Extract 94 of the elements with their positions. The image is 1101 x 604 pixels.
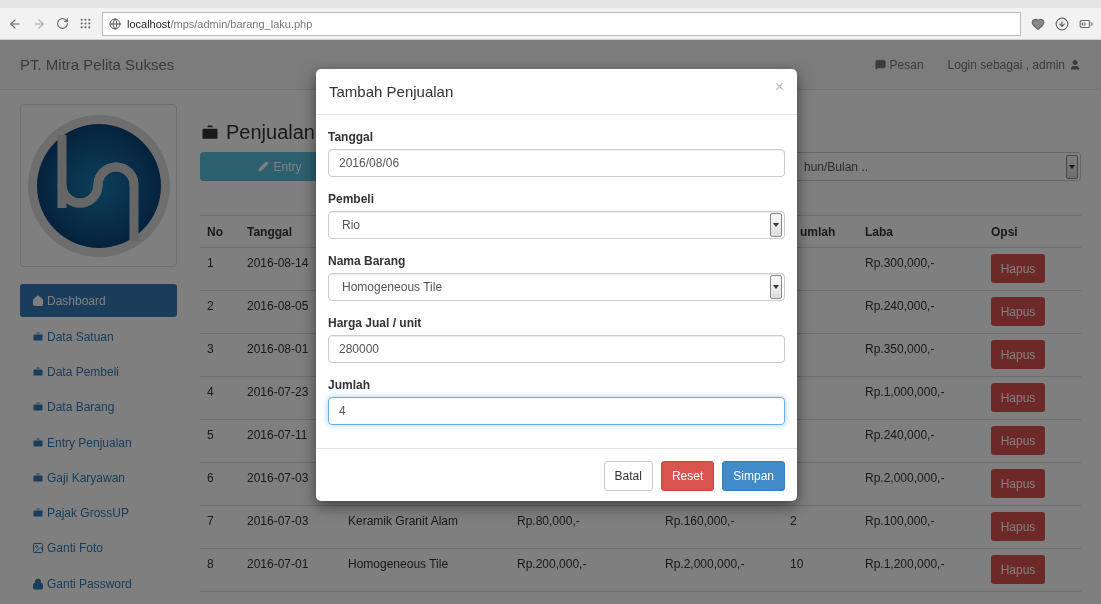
reload-icon[interactable] bbox=[56, 17, 69, 30]
briefcase-icon bbox=[200, 122, 220, 143]
input-field[interactable]: 2016/08/06 bbox=[328, 149, 785, 177]
column-header: Tanggal bbox=[246, 224, 294, 241]
table-cell-text: Rp.350,000,- bbox=[864, 341, 936, 358]
messages-link[interactable]: Pesan bbox=[874, 57, 924, 72]
table-cell-text: Rp.80,000,- bbox=[516, 513, 581, 530]
table-cell-text: Rp.240,000,- bbox=[864, 298, 936, 315]
delete-button[interactable]: Hapus bbox=[991, 340, 1045, 369]
caret-icon bbox=[1066, 154, 1078, 179]
save-button[interactable]: Simpan bbox=[722, 461, 785, 491]
table-cell-text: 4 bbox=[206, 384, 215, 401]
sidebar-item[interactable]: Pajak GrossUP bbox=[20, 495, 177, 531]
briefcase-icon bbox=[32, 507, 44, 520]
close-button[interactable]: × bbox=[774, 77, 784, 96]
briefcase-icon bbox=[32, 401, 44, 414]
table-cell-text: 2016-07-11 bbox=[246, 427, 309, 444]
table-cell-text: Rp.200,000,- bbox=[516, 556, 588, 573]
table-cell-text: 3 bbox=[206, 341, 215, 358]
home-icon bbox=[32, 294, 44, 307]
field-label: Harga Jual / unit bbox=[328, 315, 423, 332]
table-cell-text: Rp.1,000,000,- bbox=[864, 384, 946, 401]
table-cell-text: Homogeneous Tile bbox=[347, 556, 450, 573]
table-cell-text: Rp.240,000,- bbox=[864, 427, 936, 444]
sidebar-item[interactable]: Entry Penjualan bbox=[20, 424, 177, 461]
table-cell-text: Rp.1,200,000,- bbox=[864, 556, 946, 573]
input-field[interactable]: 4 bbox=[328, 397, 785, 425]
table-cell-text: 2016-07-03 bbox=[246, 470, 310, 487]
delete-button[interactable]: Hapus bbox=[991, 383, 1045, 412]
delete-button[interactable]: Hapus bbox=[991, 555, 1045, 584]
chat-icon bbox=[874, 59, 886, 70]
input-field[interactable]: 280000 bbox=[328, 335, 785, 363]
table-cell-text: 2 bbox=[789, 513, 798, 530]
table-cell-text: 6 bbox=[206, 470, 215, 487]
column-header: umlah bbox=[799, 224, 837, 241]
sidebar-item[interactable]: Data Barang bbox=[20, 389, 177, 425]
delete-button[interactable]: Hapus bbox=[991, 297, 1045, 326]
sidebar-item[interactable]: Data Satuan bbox=[20, 319, 177, 355]
pencil-icon bbox=[258, 161, 270, 172]
delete-button[interactable]: Hapus bbox=[991, 469, 1045, 498]
cancel-button[interactable]: Batal bbox=[603, 461, 653, 491]
picture-icon bbox=[32, 542, 44, 555]
table-cell-text: Rp.160,000,- bbox=[664, 513, 736, 530]
caret-icon bbox=[770, 213, 782, 237]
briefcase-icon bbox=[32, 330, 44, 343]
table-cell-text: 10 bbox=[789, 556, 805, 573]
select-field[interactable]: Rio bbox=[328, 211, 785, 239]
delete-button[interactable]: Hapus bbox=[991, 254, 1045, 283]
delete-button[interactable]: Hapus bbox=[991, 426, 1045, 455]
table-cell-text: 2 bbox=[206, 298, 215, 315]
brand-name[interactable]: PT. Mitra Pelita Sukses bbox=[20, 56, 851, 73]
table-cell-text: 7 bbox=[206, 513, 215, 530]
back-icon[interactable] bbox=[8, 16, 22, 31]
sidebar-item[interactable]: Data Pembeli bbox=[20, 354, 177, 390]
field-label: Tanggal bbox=[328, 129, 375, 146]
table-cell-text: 2016-08-01 bbox=[246, 341, 310, 358]
table-cell-text: 5 bbox=[206, 427, 215, 444]
delete-button[interactable]: Hapus bbox=[991, 512, 1045, 541]
apps-grid-icon[interactable] bbox=[79, 17, 92, 30]
download-icon[interactable] bbox=[1055, 16, 1069, 31]
select-field[interactable]: Homogeneous Tile bbox=[328, 273, 785, 301]
table-cell-text: Rp.2,000,000,- bbox=[864, 470, 946, 487]
column-header: Laba bbox=[864, 224, 894, 241]
lock-icon bbox=[32, 577, 44, 590]
login-link[interactable]: Login sebagai , admin bbox=[947, 57, 1081, 72]
caret-icon bbox=[770, 275, 782, 299]
table-cell-text: 2016-07-03 bbox=[246, 513, 310, 530]
sidebar-item[interactable]: Ganti Foto bbox=[20, 530, 177, 567]
table-cell-text: 2016-07-01 bbox=[246, 556, 310, 573]
globe-icon bbox=[109, 17, 121, 30]
modal-title: Tambah Penjualan bbox=[329, 83, 454, 100]
briefcase-icon bbox=[32, 436, 44, 449]
table-cell-text: 8 bbox=[206, 556, 215, 573]
field-label: Pembeli bbox=[328, 191, 376, 208]
briefcase-icon bbox=[32, 365, 44, 378]
address-bar[interactable]: localhost/mps/admin/barang_laku.php bbox=[102, 11, 1021, 36]
table-cell-text: Rp.300,000,- bbox=[864, 255, 936, 272]
sidebar-item[interactable]: Gaji Karyawan bbox=[20, 460, 177, 496]
reset-button[interactable]: Reset bbox=[660, 461, 715, 491]
column-header: No bbox=[206, 224, 224, 241]
table-cell-text: Rp.100,000,- bbox=[864, 513, 936, 530]
page-title: Penjualan bbox=[226, 121, 315, 144]
table-cell-text: Rp.2,000,000,- bbox=[664, 556, 746, 573]
user-icon bbox=[1069, 58, 1081, 71]
field-label: Jumlah bbox=[328, 377, 371, 394]
table-cell-text: 1 bbox=[206, 255, 215, 272]
table-cell-text: Keramik Granit Alam bbox=[347, 513, 460, 530]
column-header: Opsi bbox=[990, 224, 1019, 241]
sidebar-item[interactable]: Dashboard bbox=[20, 284, 177, 317]
field-label: Nama Barang bbox=[328, 253, 407, 270]
heart-icon[interactable] bbox=[1031, 16, 1045, 31]
sidebar-item[interactable]: Ganti Password bbox=[20, 566, 177, 602]
url-text: localhost/mps/admin/barang_laku.php bbox=[127, 17, 313, 30]
briefcase-icon bbox=[32, 471, 44, 484]
